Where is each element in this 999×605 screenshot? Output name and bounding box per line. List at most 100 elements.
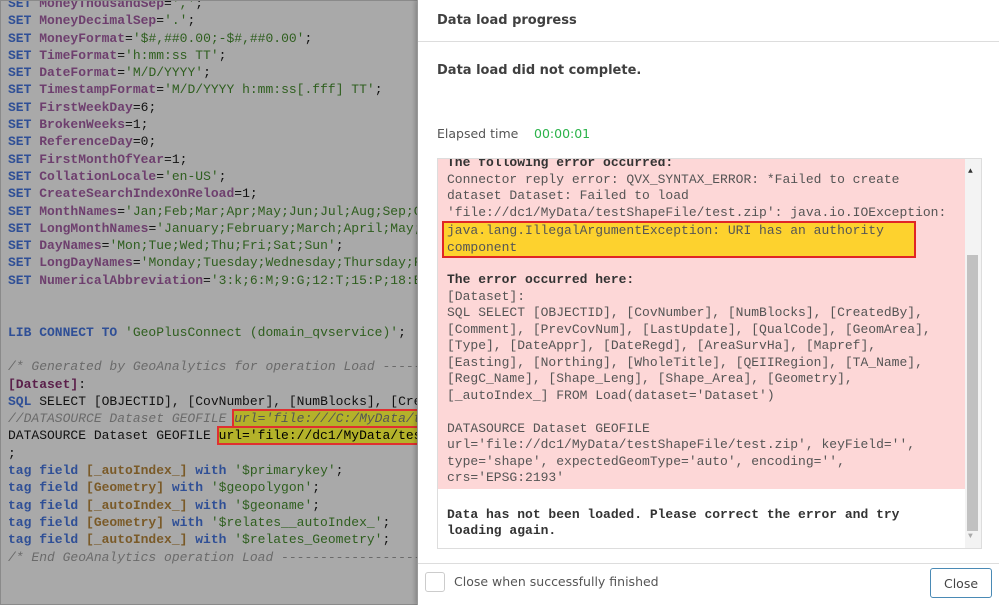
- code-token: //DATASOURCE Dataset GEOFILE: [8, 411, 235, 427]
- code-token: with: [164, 480, 211, 496]
- code-token: 'Mon;Tue;Wed;Thu;Fri;Sat;Sun': [109, 238, 336, 254]
- code-token: =: [156, 82, 165, 98]
- code-line: LIB CONNECT TO 'GeoPlusConnect (domain_q…: [8, 324, 419, 341]
- code-token: SET: [8, 117, 40, 133]
- code-line: /* Generated by GeoAnalytics for operati…: [8, 358, 419, 375]
- code-token: =1;: [164, 151, 188, 167]
- code-line: tag field [Geometry] with '$geopolygon';: [8, 479, 419, 496]
- script-editor[interactable]: SET MoneyThousandSep=','; SET MoneyDecima…: [0, 0, 420, 605]
- final-message-line: loading again.: [447, 523, 557, 538]
- code-token: FirstMonthOfYear: [39, 151, 165, 167]
- code-token: 'GeoPlusConnect (domain_qvservice)': [125, 324, 399, 340]
- code-token: =1;: [125, 117, 149, 133]
- code-line: tag field [_autoIndex_] with '$primaryke…: [8, 462, 419, 479]
- code-token: [Dataset]: [8, 376, 79, 392]
- scroll-up-arrow-icon[interactable]: ▲: [968, 164, 973, 181]
- error-line: dataset Dataset: Failed to load: [447, 188, 689, 203]
- error-location-line: [Comment], [PrevCovNum], [LastUpdate], […: [447, 321, 931, 337]
- code-token: DayNames: [39, 238, 102, 254]
- close-button[interactable]: Close: [930, 568, 992, 598]
- code-token: SET: [8, 203, 40, 219]
- code-line: SET FirstMonthOfYear=1;: [8, 151, 419, 168]
- code-token: '$relates_Geometry': [234, 532, 383, 548]
- code-line: SET LongDayNames='Monday;Tuesday;Wednesd…: [8, 254, 419, 271]
- elapsed-time-value: 00:00:01: [534, 126, 591, 141]
- error-location-line: [Dataset]:: [447, 288, 526, 304]
- code-token: [_autoIndex_]: [86, 463, 188, 479]
- error-location-line: crs='EPSG:2193': [447, 470, 565, 485]
- code-lines: SET MoneyThousandSep=','; SET MoneyDecima…: [8, 0, 420, 566]
- code-line: ;: [8, 445, 419, 462]
- close-when-finished-label[interactable]: Close when successfully finished: [454, 574, 659, 589]
- error-location-line: [Type], [DateAppr], [DateRegd], [AreaSur…: [447, 338, 877, 353]
- code-line: SET LongMonthNames='January;February;Mar…: [8, 220, 420, 237]
- error-location-line: SQL SELECT [OBJECTID], [CovNumber], [Num…: [447, 305, 923, 320]
- code-token: SET: [8, 255, 40, 271]
- error-location-line: [RegC_Name], [Shape_Leng], [Shape_Area],…: [447, 371, 853, 386]
- code-token: '$geoname': [234, 497, 313, 513]
- code-token: [_autoIndex_]: [86, 497, 188, 513]
- code-token: =: [117, 47, 126, 63]
- code-line: SET TimestampFormat='M/D/YYYY h:mm:ss[.f…: [8, 81, 419, 98]
- code-line: SET DateFormat='M/D/YYYY';: [8, 64, 419, 81]
- code-token: 'en-US': [164, 168, 219, 184]
- code-token: ;: [382, 514, 391, 530]
- code-token: =: [117, 65, 126, 81]
- log-scrollbar[interactable]: ▲ ▼: [965, 159, 981, 548]
- code-token: '3:k;6:M;9:G;12:T;15:P;18:E': [210, 272, 420, 288]
- code-token: '$primarykey': [234, 463, 336, 479]
- code-token: ;: [312, 480, 321, 496]
- code-token: ;: [374, 82, 383, 98]
- code-token: LongDayNames: [39, 255, 133, 271]
- code-token: FirstWeekDay: [39, 99, 133, 115]
- code-token: DateFormat: [39, 65, 118, 81]
- code-token: LongMonthNames: [39, 220, 149, 236]
- code-token: '.': [164, 13, 188, 29]
- code-token: NumericalAbbreviation: [39, 272, 204, 288]
- code-token: ;: [203, 65, 211, 81]
- code-token: with: [187, 532, 235, 548]
- scrollbar-thumb[interactable]: [967, 255, 978, 531]
- load-status: Data load did not complete.: [437, 63, 642, 78]
- data-load-progress-dialog: Data load progress Data load did not com…: [417, 0, 999, 605]
- highlighted-exception: java.lang.IllegalArgumentException: URI …: [442, 221, 916, 258]
- code-token: =: [117, 203, 126, 219]
- code-token: SQL: [8, 393, 40, 409]
- code-token: SET: [8, 30, 40, 46]
- code-token: tag field: [8, 463, 87, 479]
- code-token: 'M/D/YYYY h:mm:ss[.fff] TT': [164, 82, 375, 98]
- code-token: SET: [8, 0, 40, 11]
- code-token: LIB CONNECT TO: [8, 324, 126, 340]
- error-location-line: url='file://dc1/MyData/testShapeFile/tes…: [447, 437, 916, 452]
- footer-divider: [418, 563, 999, 564]
- error-location-line: [447, 404, 957, 421]
- code-token: 'January;February;March;April;May;June;J…: [156, 220, 420, 236]
- scroll-down-arrow-icon[interactable]: ▼: [968, 529, 973, 546]
- code-line: //DATASOURCE Dataset GEOFILE url='file:/…: [8, 409, 419, 429]
- code-line: [Dataset]:: [8, 376, 419, 393]
- code-token: TimestampFormat: [39, 82, 157, 98]
- code-token: SET: [8, 82, 40, 98]
- code-token: =: [203, 272, 211, 288]
- code-token: SET: [8, 238, 40, 254]
- code-token: tag field: [8, 480, 87, 496]
- code-token: tag field: [8, 532, 87, 548]
- code-token: =6;: [132, 99, 157, 115]
- code-token: [Geometry]: [86, 480, 165, 496]
- code-token: =0;: [132, 134, 157, 150]
- error-location-line: [Easting], [Northing], [WholeTitle], [QE…: [447, 354, 923, 370]
- error-log[interactable]: The following error occurred: Connector r…: [437, 158, 982, 549]
- code-token: SET: [8, 151, 40, 167]
- code-token: tag field: [8, 514, 87, 530]
- code-token: 'M/D/YYYY': [125, 65, 204, 81]
- code-line: SET CollationLocale='en-US';: [8, 168, 419, 185]
- code-line: SET CreateSearchIndexOnReload=1;: [8, 185, 419, 202]
- close-when-finished-checkbox[interactable]: [425, 572, 445, 592]
- code-line: SET FirstWeekDay=6;: [8, 99, 419, 116]
- code-line: DATASOURCE Dataset GEOFILE url='file://d…: [8, 426, 419, 446]
- code-token: '$relates__autoIndex_': [210, 514, 383, 530]
- highlighted-url: url='file:///C:/MyData/testShapeFile/tes…: [232, 409, 419, 429]
- code-token: SET: [8, 47, 40, 63]
- code-token: ;: [335, 463, 344, 479]
